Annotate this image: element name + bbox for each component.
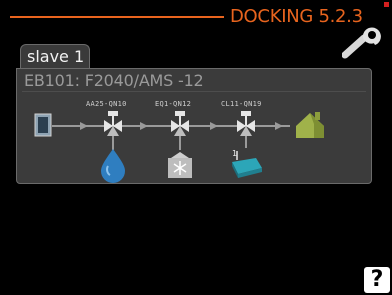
- pool-icon: 1: [232, 149, 262, 178]
- house-icon: [296, 112, 324, 138]
- valve-icon: [104, 111, 122, 136]
- water-drop-icon: [101, 149, 125, 183]
- outdoor-unit-icon: [34, 113, 52, 137]
- system-diagram: 1: [34, 111, 324, 183]
- help-button[interactable]: ?: [364, 267, 390, 293]
- valve-icon: [171, 111, 189, 136]
- cooling-snowflake-icon: [168, 152, 192, 178]
- valve-icon: [237, 111, 255, 136]
